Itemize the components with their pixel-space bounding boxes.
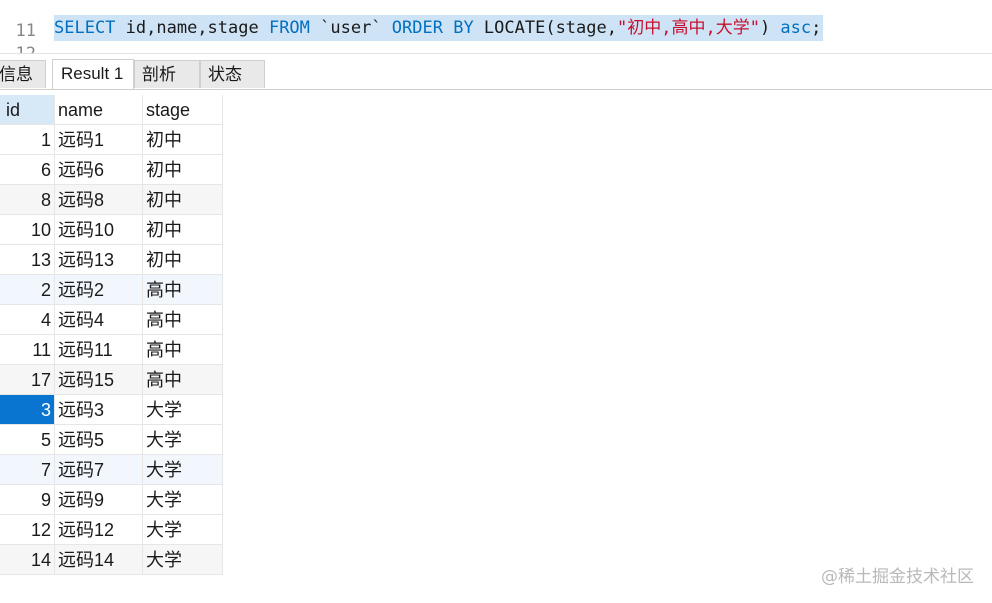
query-function: LOCATE(stage, [473, 18, 617, 38]
tab-result-1[interactable]: Result 1 [52, 59, 134, 89]
cell-name[interactable]: 远码13 [55, 245, 143, 275]
table-row[interactable]: 12 远码12 大学 [0, 515, 223, 545]
cell-name[interactable]: 远码6 [55, 155, 143, 185]
column-header-stage[interactable]: stage [143, 95, 223, 125]
cell-name[interactable]: 远码1 [55, 125, 143, 155]
cell-stage[interactable]: 大学 [143, 455, 223, 485]
grid-header-row: id name stage [0, 95, 223, 125]
cell-id[interactable]: 8 [0, 185, 55, 215]
cell-stage[interactable]: 高中 [143, 305, 223, 335]
query-table: `user` [309, 18, 392, 38]
cell-stage[interactable]: 初中 [143, 185, 223, 215]
cell-name[interactable]: 远码3 [55, 395, 143, 425]
cell-name[interactable]: 远码10 [55, 215, 143, 245]
tab-info[interactable]: 信息 [0, 60, 46, 88]
cell-name[interactable]: 远码4 [55, 305, 143, 335]
cell-id[interactable]: 12 [0, 515, 55, 545]
code-line-12[interactable]: 12 SELECT id,name,stage FROM `user` ORDE… [0, 15, 992, 54]
keyword-from: FROM [268, 18, 310, 38]
cell-name[interactable]: 远码15 [55, 365, 143, 395]
cell-stage[interactable]: 大学 [143, 425, 223, 455]
cell-stage[interactable]: 初中 [143, 125, 223, 155]
watermark: @稀土掘金技术社区 [821, 567, 974, 587]
cell-id[interactable]: 17 [0, 365, 55, 395]
cell-stage[interactable]: 初中 [143, 245, 223, 275]
sql-query[interactable]: SELECT id,name,stage FROM `user` ORDER B… [54, 15, 824, 41]
table-row[interactable]: 1 远码1 初中 [0, 125, 223, 155]
cell-stage[interactable]: 高中 [143, 365, 223, 395]
table-row[interactable]: 17 远码15 高中 [0, 365, 223, 395]
cell-stage[interactable]: 高中 [143, 275, 223, 305]
cell-id[interactable]: 1 [0, 125, 55, 155]
query-string-literal: "初中,高中,大学" [616, 18, 760, 38]
sql-editor[interactable]: 11 12 SELECT id,name,stage FROM `user` O… [0, 0, 992, 54]
cell-id[interactable]: 2 [0, 275, 55, 305]
cell-stage[interactable]: 大学 [143, 485, 223, 515]
keyword-order-by: ORDER BY [391, 18, 474, 38]
cell-stage[interactable]: 高中 [143, 335, 223, 365]
cell-name[interactable]: 远码7 [55, 455, 143, 485]
cell-name[interactable]: 远码9 [55, 485, 143, 515]
cell-stage[interactable]: 初中 [143, 155, 223, 185]
query-close-paren: ) [759, 18, 781, 38]
cell-id[interactable]: 11 [0, 335, 55, 365]
cell-name[interactable]: 远码14 [55, 545, 143, 575]
table-row[interactable]: 13 远码13 初中 [0, 245, 223, 275]
query-columns: id,name,stage [115, 18, 269, 38]
cell-name[interactable]: 远码12 [55, 515, 143, 545]
cell-id[interactable]: 6 [0, 155, 55, 185]
table-row[interactable]: 5 远码5 大学 [0, 425, 223, 455]
cell-id[interactable]: 4 [0, 305, 55, 335]
result-grid: id name stage 1 远码1 初中 6 远码6 初中 8 远码8 初中… [0, 95, 223, 575]
cell-name[interactable]: 远码11 [55, 335, 143, 365]
cell-id[interactable]: 5 [0, 425, 55, 455]
cell-name[interactable]: 远码5 [55, 425, 143, 455]
table-row[interactable]: 10 远码10 初中 [0, 215, 223, 245]
table-row[interactable]: 14 远码14 大学 [0, 545, 223, 575]
column-header-name[interactable]: name [55, 95, 143, 125]
cell-id[interactable]: 7 [0, 455, 55, 485]
cell-stage[interactable]: 大学 [143, 515, 223, 545]
keyword-asc: asc [780, 18, 812, 38]
keyword-select: SELECT [54, 18, 116, 38]
table-row[interactable]: 3 远码3 大学 [0, 395, 223, 425]
cell-id[interactable]: 13 [0, 245, 55, 275]
result-tabs: 信息 Result 1 剖析 状态 [0, 54, 992, 90]
cell-id[interactable]: 9 [0, 485, 55, 515]
column-header-id[interactable]: id [0, 95, 55, 125]
table-row[interactable]: 7 远码7 大学 [0, 455, 223, 485]
cell-name[interactable]: 远码2 [55, 275, 143, 305]
cell-stage[interactable]: 大学 [143, 545, 223, 575]
cell-stage[interactable]: 初中 [143, 215, 223, 245]
cell-id[interactable]: 10 [0, 215, 55, 245]
table-row[interactable]: 6 远码6 初中 [0, 155, 223, 185]
cell-id-selected[interactable]: 3 [0, 395, 55, 425]
cell-stage[interactable]: 大学 [143, 395, 223, 425]
table-row[interactable]: 9 远码9 大学 [0, 485, 223, 515]
cell-id[interactable]: 14 [0, 545, 55, 575]
query-semicolon: ; [811, 18, 822, 38]
tab-status[interactable]: 状态 [200, 60, 265, 88]
cell-name[interactable]: 远码8 [55, 185, 143, 215]
table-row[interactable]: 8 远码8 初中 [0, 185, 223, 215]
table-row[interactable]: 2 远码2 高中 [0, 275, 223, 305]
tab-profile[interactable]: 剖析 [134, 60, 200, 88]
table-row[interactable]: 11 远码11 高中 [0, 335, 223, 365]
table-row[interactable]: 4 远码4 高中 [0, 305, 223, 335]
